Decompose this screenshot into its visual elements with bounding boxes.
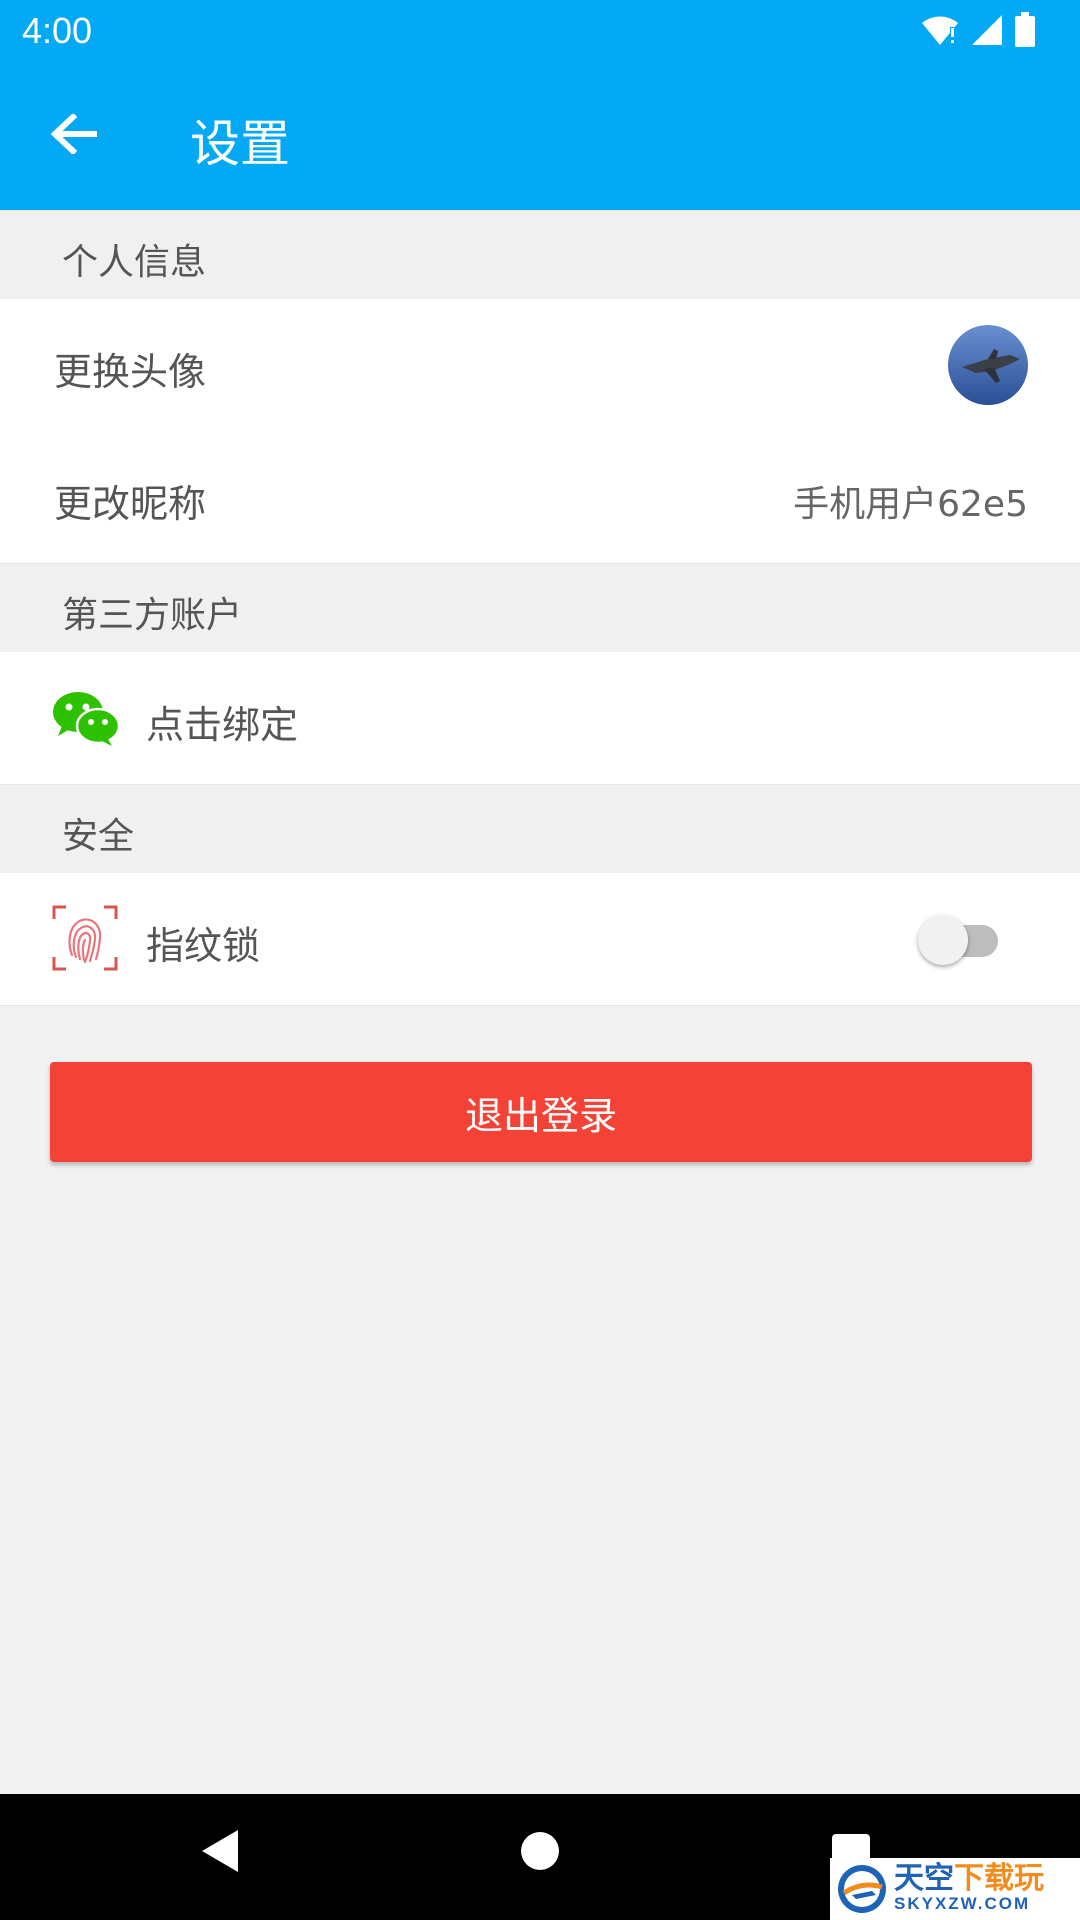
page-title: 设置 — [190, 115, 290, 173]
fingerprint-lock-row[interactable]: 指纹锁 — [0, 873, 1080, 1006]
wechat-bind-row[interactable]: 点击绑定 — [0, 652, 1080, 785]
avatar-image — [948, 325, 1028, 405]
wechat-bind-label: 点击绑定 — [146, 703, 299, 747]
status-time: 4:00 — [22, 10, 93, 51]
back-button[interactable] — [44, 104, 104, 164]
section-title: 安全 — [62, 816, 135, 857]
change-nickname-row[interactable]: 更改昵称 手机用户62e5 — [0, 431, 1080, 564]
watermark-text: 天空下载玩 SKYXZW.COM — [894, 1864, 1044, 1914]
watermark-url: SKYXZW.COM — [894, 1894, 1031, 1913]
watermark-title-accent: 下载玩 — [954, 1862, 1044, 1895]
watermark-globe-icon — [838, 1865, 886, 1913]
nav-home-icon[interactable] — [521, 1832, 559, 1870]
switch-knob — [918, 915, 968, 965]
status-icons — [920, 12, 1036, 48]
section-title: 个人信息 — [62, 242, 207, 283]
section-header-personal: 个人信息 — [0, 210, 1080, 300]
nickname-value: 手机用户62e5 — [793, 484, 1028, 525]
watermark-logo: 天空下载玩 SKYXZW.COM — [830, 1858, 1080, 1920]
section-title: 第三方账户 — [62, 595, 243, 636]
section-header-third-party: 第三方账户 — [0, 563, 1080, 653]
section-header-security: 安全 — [0, 784, 1080, 874]
nav-back-icon[interactable] — [200, 1828, 240, 1874]
watermark-title-main: 天空 — [894, 1862, 954, 1895]
watermark-title: 天空下载玩 — [894, 1864, 1044, 1894]
change-nickname-label: 更改昵称 — [54, 482, 207, 526]
change-avatar-row[interactable]: 更换头像 — [0, 299, 1080, 432]
signal-icon — [972, 15, 1002, 45]
fingerprint-icon — [52, 905, 118, 971]
fingerprint-lock-label: 指纹锁 — [146, 924, 261, 968]
battery-icon — [1015, 12, 1035, 47]
arrow-left-icon — [51, 114, 97, 154]
fingerprint-lock-switch[interactable] — [918, 909, 1002, 969]
avatar[interactable] — [948, 325, 1028, 405]
logout-button[interactable]: 退出登录 — [50, 1062, 1032, 1162]
wifi-icon — [922, 16, 958, 45]
wechat-icon — [53, 692, 120, 746]
app-bar: 4:00 设置 — [0, 0, 1080, 210]
change-avatar-label: 更换头像 — [54, 350, 207, 394]
